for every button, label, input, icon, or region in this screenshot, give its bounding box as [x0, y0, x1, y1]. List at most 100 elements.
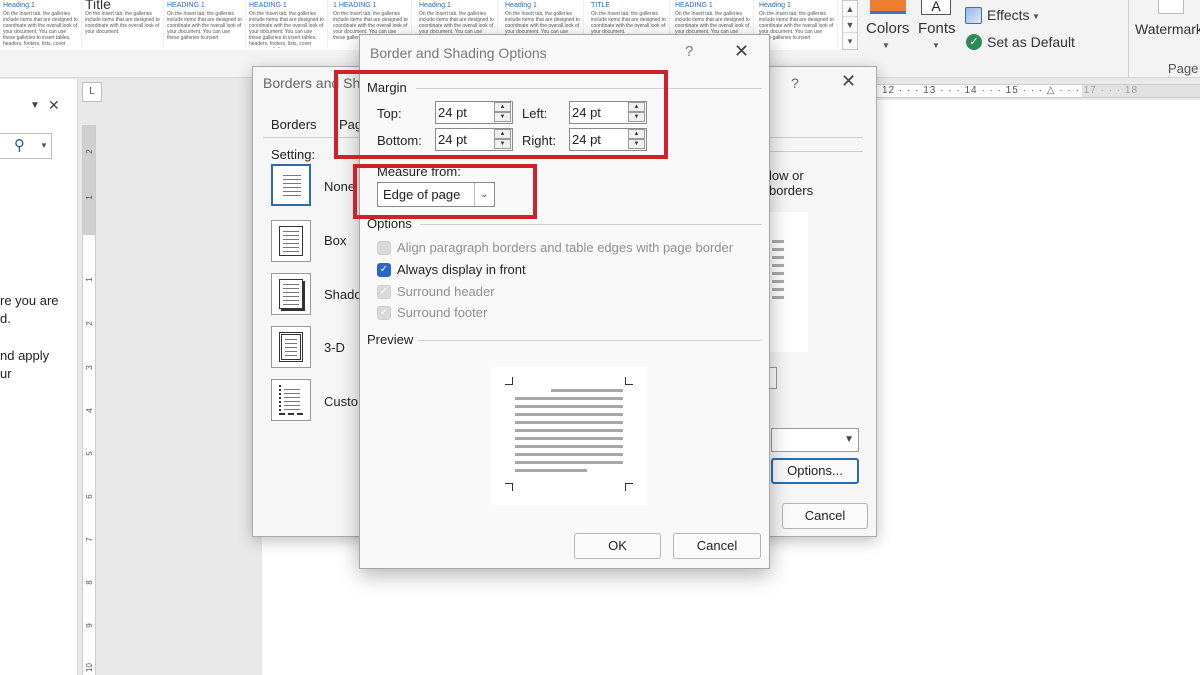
page-icon	[279, 332, 303, 362]
vertical-ruler[interactable]: 2 1 1 2 3 4 5 6 7 8 9 10	[82, 125, 96, 675]
style-thumbnail[interactable]: Title On the Insert tab, the galleries in…	[82, 0, 164, 48]
preview-line	[772, 272, 784, 275]
ruler-number: 4	[85, 408, 94, 413]
ruler-number: 2	[85, 321, 94, 326]
always-display-front-checkbox[interactable]: ✓	[377, 263, 391, 277]
page-icon	[279, 226, 303, 256]
ruler-number: 5	[85, 451, 94, 456]
preview-line	[772, 248, 784, 251]
setting-box-label: Box	[324, 233, 347, 248]
style-heading: HEADING 1	[167, 2, 205, 9]
preview-line	[772, 256, 784, 259]
dialog-title: Border and Shading Options	[370, 45, 547, 61]
setting-custom-label: Custo	[324, 394, 358, 409]
more-icon[interactable]: ▾	[843, 33, 857, 49]
ruler-number: 3	[85, 365, 94, 370]
watermark-icon[interactable]	[1158, 0, 1184, 14]
setting-3d-button[interactable]	[271, 326, 311, 368]
ruler-number: 10	[85, 663, 94, 672]
preview-page[interactable]	[768, 212, 808, 352]
preview-line	[515, 429, 623, 432]
page-icon	[280, 171, 304, 201]
chevron-down-icon[interactable]: ▼	[882, 41, 890, 50]
nav-text-line: d.	[0, 311, 11, 326]
ruler-number: 7	[85, 537, 94, 542]
help-icon[interactable]: ?	[685, 43, 693, 60]
align-borders-checkbox[interactable]	[377, 241, 391, 255]
nav-search-button[interactable]: ⚲ ▼	[0, 133, 52, 159]
style-thumbnail[interactable]: Heading 1 On the Insert tab, the gallerie…	[0, 0, 82, 48]
surround-footer-label: Surround footer	[397, 305, 488, 320]
set-as-default-button[interactable]: Set as Default	[987, 34, 1075, 50]
nav-text-line: ur	[0, 366, 12, 381]
cancel-button[interactable]: Cancel	[673, 533, 761, 559]
gallery-scroll[interactable]: ▲ ▼ ▾	[842, 0, 858, 50]
surround-header-label: Surround header	[397, 284, 495, 299]
corner-mark	[625, 377, 633, 385]
corner-mark	[505, 377, 513, 385]
preview-line	[772, 288, 784, 291]
chevron-down-icon[interactable]: ▼	[932, 41, 940, 50]
style-sample-text: On the Insert tab, the galleries include…	[167, 11, 242, 41]
close-icon[interactable]: ✕	[48, 97, 60, 114]
always-display-front-label: Always display in front	[397, 262, 526, 277]
style-sample-text: On the Insert tab, the galleries include…	[591, 11, 666, 35]
help-icon[interactable]: ?	[791, 75, 799, 91]
preview-line	[515, 437, 623, 440]
fonts-button[interactable]: Fonts	[918, 20, 956, 37]
tab-selector[interactable]: L	[82, 82, 102, 102]
navigation-pane: ▼ ✕ ⚲ ▼ re you are d. nd apply ur	[0, 79, 78, 675]
corner-mark	[505, 483, 513, 491]
preview-page	[491, 367, 647, 505]
style-sample-text: On the Insert tab, the galleries include…	[3, 11, 78, 48]
style-sample-text: On the Insert tab, the galleries include…	[759, 11, 834, 41]
effects-icon[interactable]	[965, 7, 982, 24]
preview-line	[551, 389, 623, 392]
search-icon: ⚲	[14, 137, 25, 154]
ruler-number: 9	[85, 623, 94, 628]
preview-line	[515, 461, 623, 464]
preview-hint-text: low or	[769, 168, 804, 183]
nav-text-line: nd apply	[0, 348, 50, 363]
setting-none-label: None	[324, 179, 356, 194]
preview-line	[515, 445, 623, 448]
ruler-number: 8	[85, 580, 94, 585]
style-heading: Heading 1	[759, 2, 791, 9]
setting-custom-button[interactable]	[271, 379, 311, 421]
ok-button[interactable]: OK	[574, 533, 661, 559]
horizontal-ruler[interactable]: 12 · · · 13 · · · 14 · · · 15 · · · △ · …	[876, 84, 1200, 98]
tab-borders[interactable]: Borders	[271, 117, 317, 132]
chevron-up-icon[interactable]: ▲	[843, 1, 857, 17]
options-button[interactable]: Options...	[771, 458, 859, 484]
setting-shadow-label: Shado	[324, 287, 362, 302]
ruler-margin-shade	[1082, 85, 1200, 97]
chevron-down-icon[interactable]: ▼	[843, 17, 857, 33]
setting-none-button[interactable]	[271, 164, 311, 206]
surround-header-checkbox[interactable]: ✓	[377, 285, 391, 299]
close-icon[interactable]: ✕	[841, 71, 856, 92]
close-icon[interactable]: ✕	[734, 41, 749, 62]
preview-group-label: Preview	[367, 332, 414, 347]
group-divider	[418, 340, 762, 341]
cancel-button[interactable]: Cancel	[782, 503, 868, 529]
setting-box-button[interactable]	[271, 220, 311, 262]
style-sample-text: On the Insert tab, the galleries include…	[85, 11, 160, 35]
apply-to-select[interactable]: ▼	[771, 428, 859, 452]
watermark-button[interactable]: Watermark	[1135, 21, 1200, 37]
fonts-icon[interactable]: A	[921, 0, 951, 15]
colors-button[interactable]: Colors	[866, 20, 909, 37]
chevron-down-icon[interactable]: ▼	[1032, 12, 1040, 21]
pane-options-icon[interactable]: ▼	[30, 100, 40, 111]
group-divider	[420, 224, 762, 225]
style-thumbnail[interactable]: HEADING 1 On the Insert tab, the gallerie…	[164, 0, 246, 48]
preview-hint-text: borders	[769, 183, 814, 198]
chevron-down-icon[interactable]: ▼	[40, 141, 48, 150]
surround-footer-checkbox[interactable]: ✓	[377, 306, 391, 320]
effects-button[interactable]: Effects	[987, 7, 1030, 23]
preview-line	[772, 264, 784, 267]
preview-line	[515, 469, 587, 472]
setting-shadow-button[interactable]	[271, 273, 311, 315]
colors-icon[interactable]	[870, 0, 906, 14]
style-thumbnail[interactable]: HEADING 1 On the Insert tab, the gallerie…	[246, 0, 328, 48]
preview-line	[515, 397, 623, 400]
